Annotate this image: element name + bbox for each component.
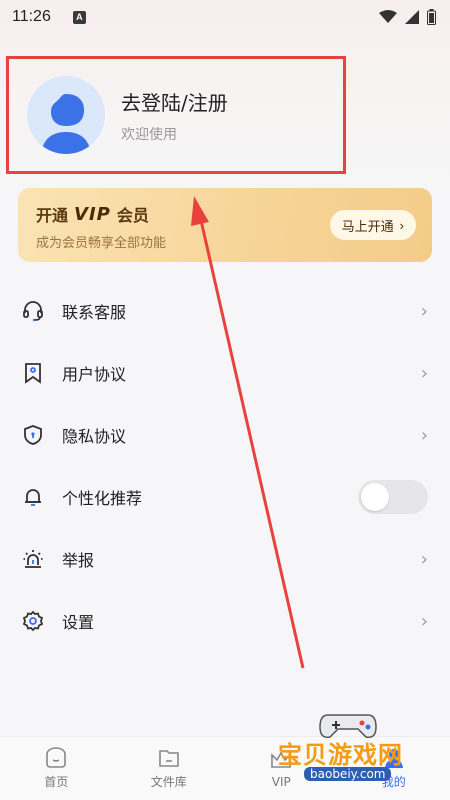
signal-icon	[405, 10, 419, 24]
status-time: 11:26	[12, 8, 51, 25]
menu-item-settings[interactable]: 设置 ›	[0, 590, 450, 652]
avatar[interactable]	[27, 76, 105, 154]
battery-icon	[427, 9, 436, 25]
folder-icon	[158, 750, 179, 767]
nav-label: 首页	[44, 775, 69, 789]
login-profile-card[interactable]: 去登陆/注册 欢迎使用	[6, 56, 346, 174]
user-icon	[384, 749, 403, 768]
menu-item-personalized-recommendation: 个性化推荐	[0, 466, 450, 528]
login-register-link[interactable]: 去登陆/注册	[121, 87, 228, 116]
nav-vip[interactable]: VIP	[225, 737, 338, 800]
chevron-right-icon: ›	[420, 300, 428, 322]
vip-badge: VIP	[74, 203, 111, 225]
bottom-navigation: 首页 文件库 VIP 我的	[0, 736, 450, 800]
menu-item-privacy-policy[interactable]: 隐私协议 ›	[0, 404, 450, 466]
chevron-right-icon: ›	[420, 610, 428, 632]
status-icons	[379, 9, 436, 25]
nav-file-library[interactable]: 文件库	[113, 737, 226, 800]
menu-label: 联系客服	[62, 303, 127, 322]
nav-home[interactable]: 首页	[0, 737, 113, 800]
nav-label: 我的	[381, 775, 406, 789]
wifi-icon	[379, 10, 397, 23]
menu-label: 隐私协议	[62, 427, 127, 446]
gear-icon	[22, 610, 44, 632]
personalized-recommendation-toggle[interactable]	[358, 480, 428, 514]
vip-card[interactable]: 开通 VIP 会员 成为会员畅享全部功能 马上开通 ›	[18, 188, 432, 262]
menu-label: 个性化推荐	[62, 489, 143, 508]
bell-icon	[22, 486, 44, 508]
headset-icon	[22, 300, 44, 322]
chevron-right-icon: ›	[399, 217, 404, 233]
shield-icon	[22, 424, 44, 446]
toggle-knob	[361, 483, 389, 511]
settings-menu: 联系客服 › 用户协议 › 隐私协议 › 个性化推荐 举报 › 设置 ›	[0, 280, 450, 652]
vip-title-prefix: 开通	[36, 206, 69, 225]
nav-label: VIP	[271, 774, 291, 789]
menu-label: 用户协议	[62, 365, 127, 384]
menu-item-report[interactable]: 举报 ›	[0, 528, 450, 590]
bookmark-icon	[22, 362, 44, 384]
crown-icon	[271, 750, 292, 768]
home-icon	[46, 747, 67, 768]
menu-item-user-agreement[interactable]: 用户协议 ›	[0, 342, 450, 404]
menu-label: 举报	[62, 551, 95, 570]
open-vip-label: 马上开通	[341, 218, 394, 234]
open-vip-button[interactable]: 马上开通 ›	[329, 210, 416, 240]
default-avatar-icon	[41, 94, 91, 154]
nav-mine[interactable]: 我的	[338, 737, 450, 800]
nav-label: 文件库	[150, 775, 187, 789]
chevron-right-icon: ›	[420, 424, 428, 446]
chevron-right-icon: ›	[420, 548, 428, 570]
status-bar: 11:26 A	[0, 0, 450, 34]
chevron-right-icon: ›	[420, 362, 428, 384]
welcome-text: 欢迎使用	[121, 126, 177, 143]
alarm-icon	[22, 548, 44, 570]
notification-icon: A	[72, 10, 86, 24]
menu-item-customer-service[interactable]: 联系客服 ›	[0, 280, 450, 342]
vip-title-suffix: 会员	[116, 206, 149, 225]
menu-label: 设置	[62, 613, 95, 632]
